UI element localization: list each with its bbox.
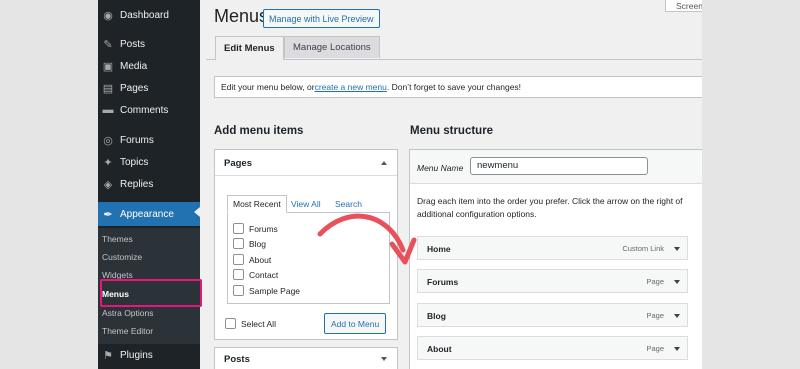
tab-edit-menus[interactable]: Edit Menus (215, 36, 284, 60)
tab-most-recent[interactable]: Most Recent (227, 195, 287, 213)
annotation-arrow (317, 213, 417, 265)
admin-frame: ◉ Dashboard ✎ Posts ▣ Media ▤ Pages ▬ Co… (98, 0, 702, 369)
